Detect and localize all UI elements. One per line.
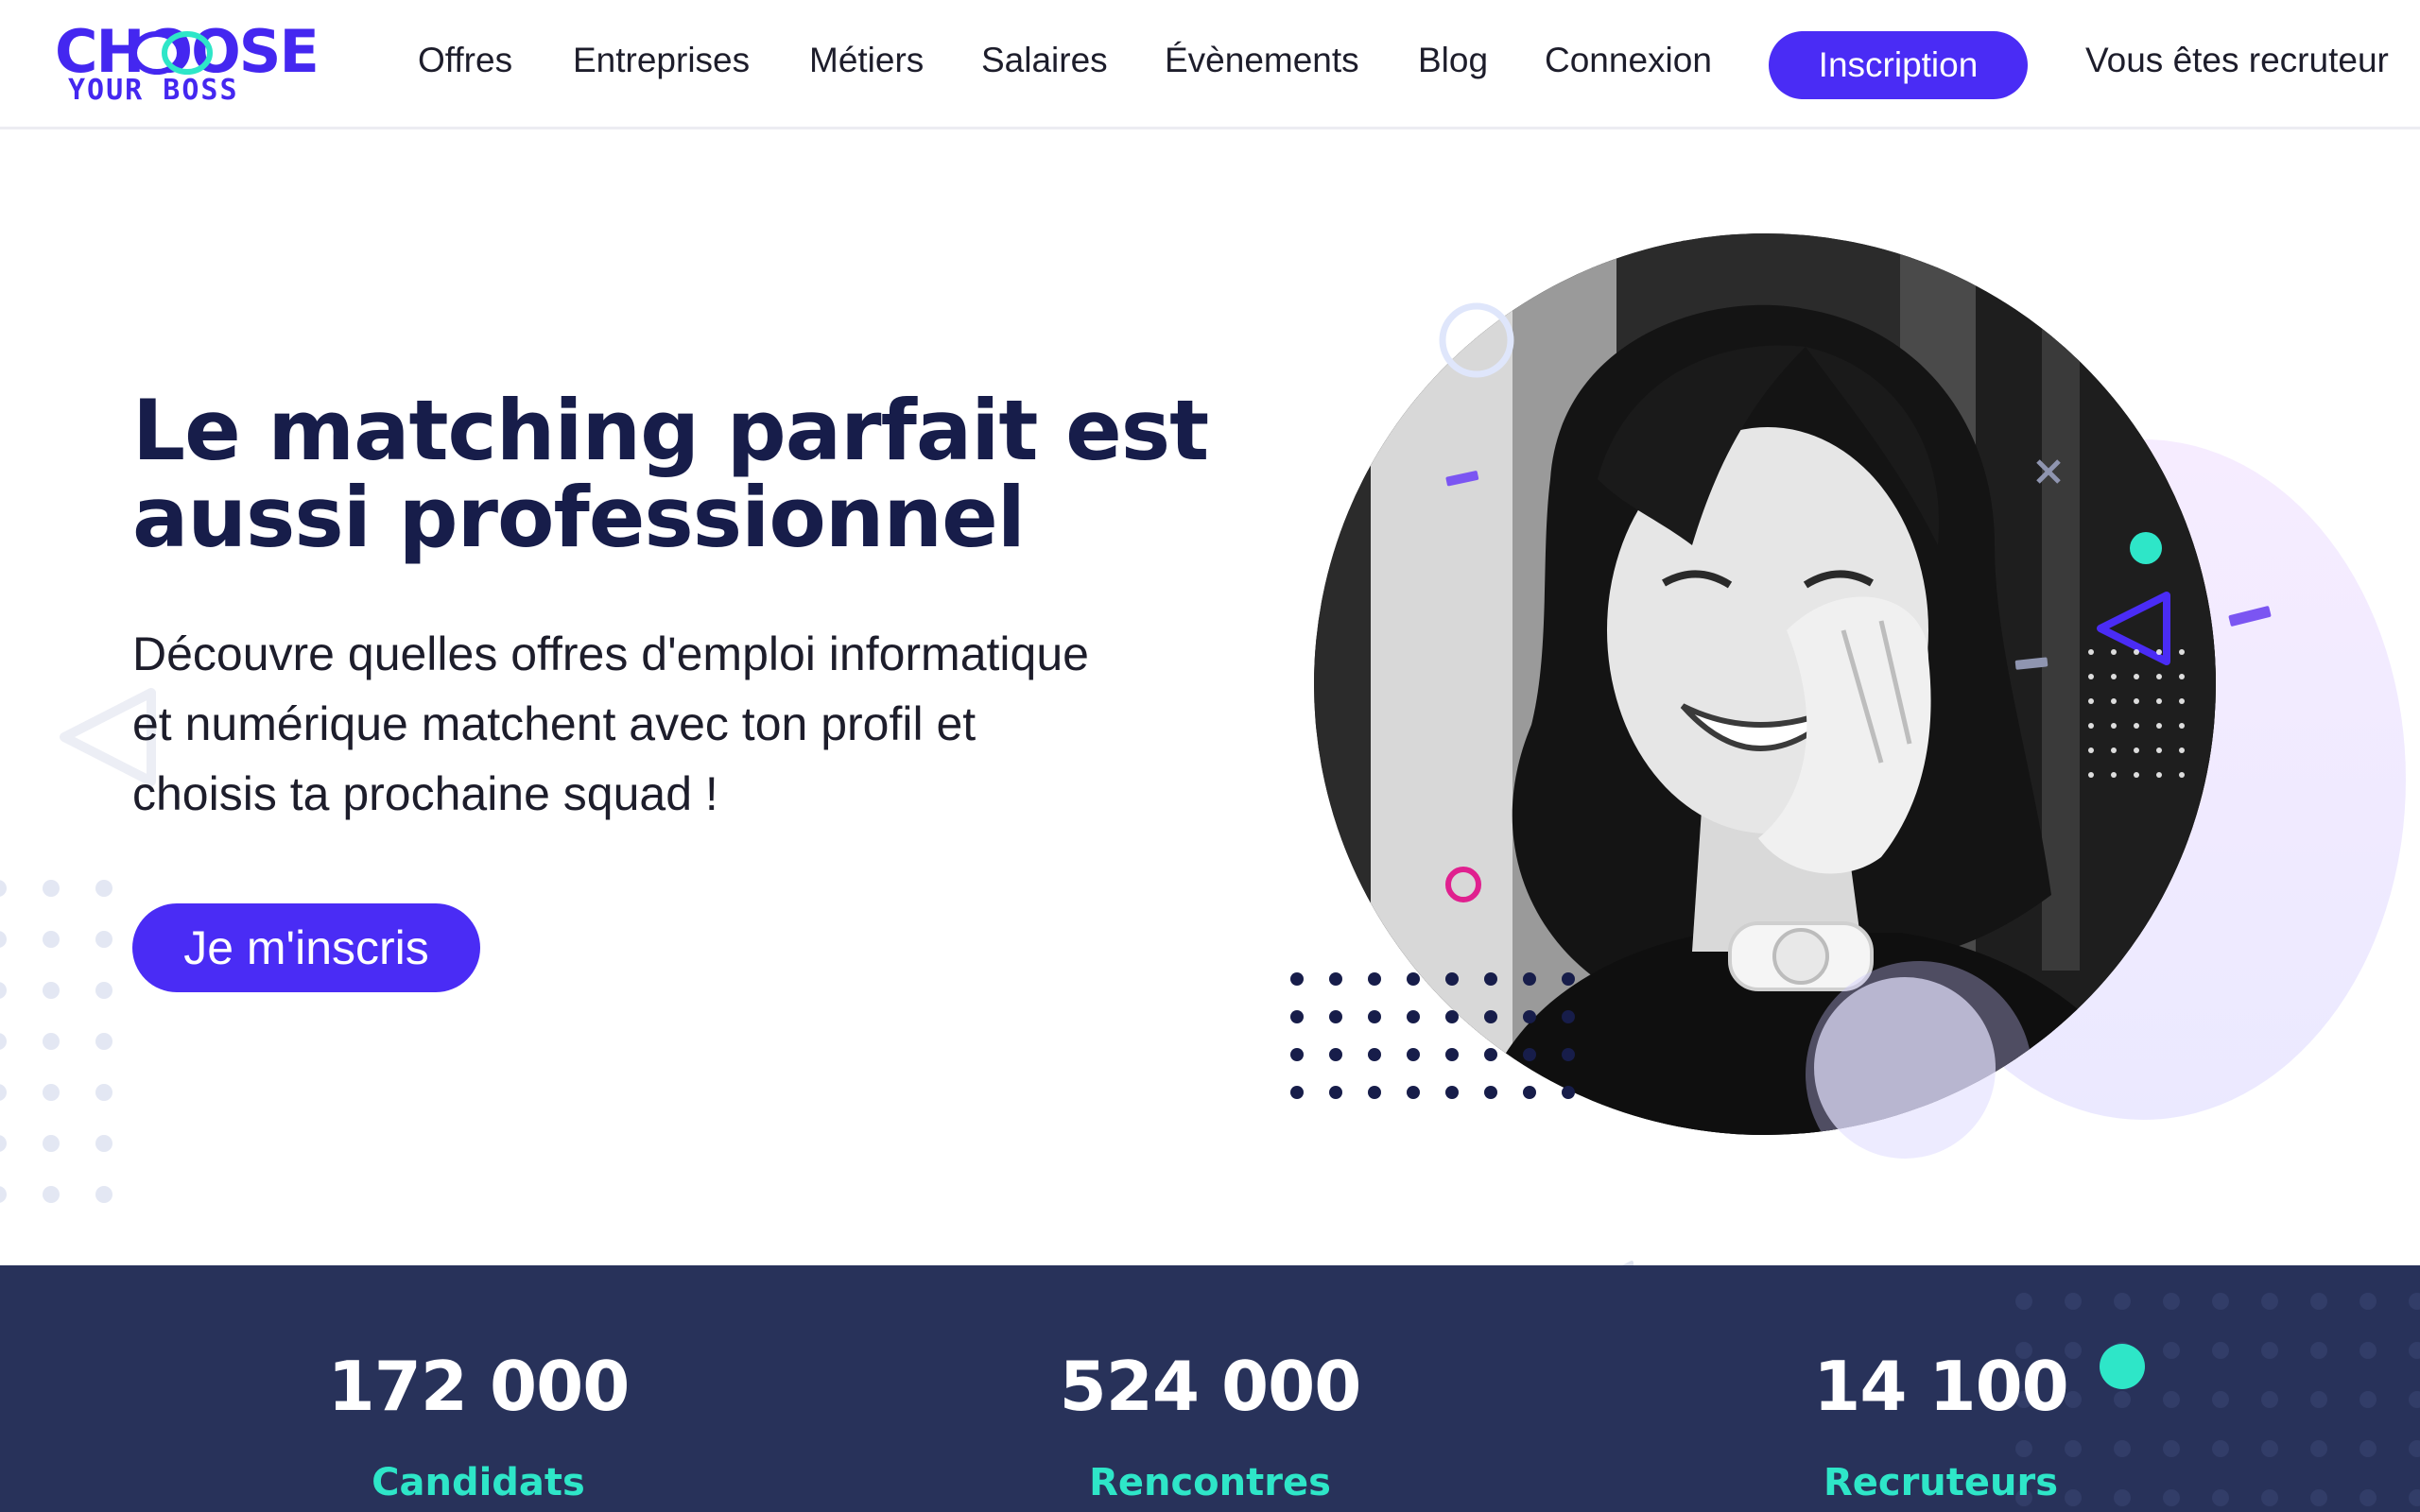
- page: CHOOSE YOUR BOSS Offres Entreprises Méti…: [0, 0, 2420, 1512]
- stats-band: 172 000 Candidats 524 000 Rencontres 14 …: [0, 1265, 2420, 1512]
- signup-cta-button[interactable]: Je m'inscris: [132, 903, 480, 992]
- nav-connexion[interactable]: Connexion: [1545, 38, 1712, 83]
- navy-dot-grid-decoration: [1290, 972, 1575, 1099]
- hero-title-line-2: aussi professionnel: [132, 469, 1026, 566]
- nav-salaires[interactable]: Salaires: [981, 38, 1108, 83]
- pink-ring-decoration: [1445, 867, 1481, 902]
- stat-label: Rencontres: [1089, 1461, 1331, 1504]
- stat-value: 172 000: [327, 1347, 631, 1426]
- hero-title-line-1: Le matching parfait est: [132, 382, 1209, 479]
- nav-entreprises[interactable]: Entreprises: [573, 38, 750, 83]
- nav-offres[interactable]: Offres: [418, 38, 512, 83]
- lavender-small-circle-decoration: [1814, 977, 1996, 1159]
- hero-subtitle-line-2: et numérique matchent avec ton profil et: [132, 697, 977, 750]
- signup-button[interactable]: Inscription: [1769, 31, 2028, 99]
- white-dot-grid-decoration: [2088, 649, 2185, 778]
- stat-value: 524 000: [1059, 1347, 1362, 1426]
- stat-label: Recruteurs: [1823, 1461, 2059, 1504]
- hero-title: Le matching parfait est aussi profession…: [132, 387, 1248, 561]
- ring-outline-decoration: [1439, 302, 1514, 378]
- hero-subtitle-line-1: Découvre quelles offres d'emploi informa…: [132, 627, 1089, 680]
- main-nav: Offres Entreprises Métiers Salaires Évèn…: [0, 0, 2420, 123]
- nav-recruiter[interactable]: Vous êtes recruteur: [2085, 38, 2389, 83]
- dot-grid-left-decoration: [0, 880, 112, 1203]
- nav-metiers[interactable]: Métiers: [809, 38, 924, 83]
- stat-value: 14 100: [1813, 1347, 2069, 1426]
- hero-subtitle: Découvre quelles offres d'emploi informa…: [132, 619, 1210, 829]
- nav-evenements[interactable]: Évènements: [1165, 38, 1359, 83]
- nav-blog[interactable]: Blog: [1418, 38, 1488, 83]
- hero-subtitle-line-3: choisis ta prochaine squad !: [132, 767, 718, 820]
- stat-label: Candidats: [372, 1461, 585, 1504]
- dash-decoration-grey: [2014, 657, 2048, 670]
- x-mark-decoration: [2036, 459, 2061, 484]
- dash-decoration-purple: [1445, 471, 1479, 487]
- site-header: CHOOSE YOUR BOSS Offres Entreprises Méti…: [0, 0, 2420, 129]
- teal-dot-decoration: [2130, 532, 2162, 564]
- dash-decoration-violet: [2228, 606, 2272, 627]
